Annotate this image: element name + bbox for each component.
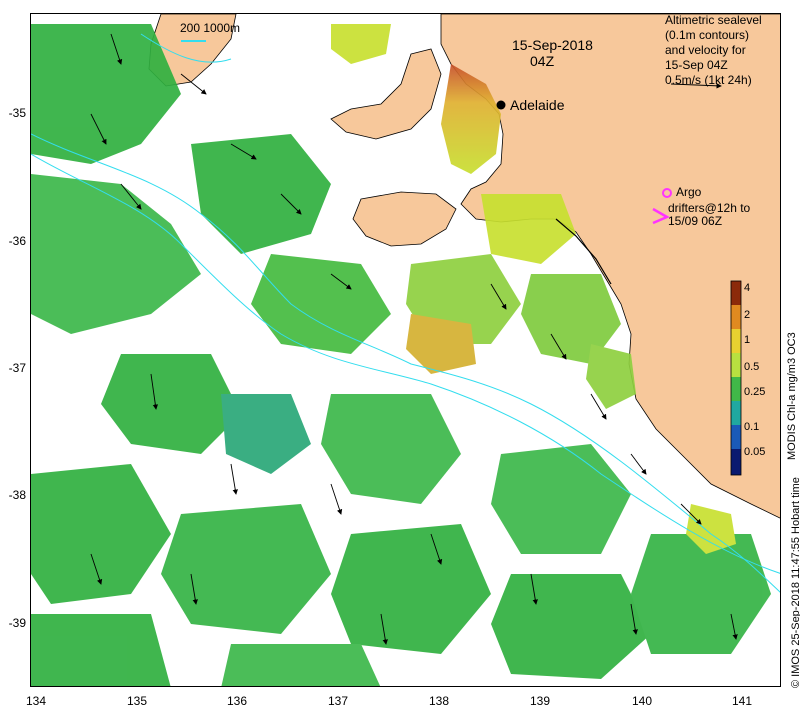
- yorke-south: [330, 48, 442, 140]
- colorbar-tick-0.5: 0.5: [744, 361, 760, 373]
- lat-tick-label: -38: [8, 488, 26, 502]
- legend-line: 0.5m/s (1kt 24h): [665, 73, 752, 87]
- lon-tick-label: 139: [529, 694, 551, 708]
- colorbar-tick-1: 1: [744, 334, 751, 346]
- colorbar-title: MODIS Chl-a mg/m3 OC3: [786, 332, 798, 460]
- colorbar-tick-0.1: 0.1: [744, 421, 760, 433]
- velocity-legend: Altimetric sealevel (0.1m contours) and …: [665, 13, 762, 88]
- argo-label: Argo: [676, 185, 702, 199]
- kangaroo-island: [352, 191, 457, 247]
- lat-tick-label: -39: [8, 616, 26, 630]
- map-canvas: [31, 14, 780, 686]
- city-label-adelaide[interactable]: Adelaide: [510, 97, 565, 113]
- legend-line: and velocity for: [665, 43, 746, 57]
- colorbar-tick-2: 2: [744, 309, 751, 321]
- lon-tick-label: 136: [226, 694, 248, 708]
- adelaide-marker[interactable]: [496, 100, 506, 110]
- legend-line: Altimetric sealevel: [665, 13, 762, 27]
- lon-tick-label: 140: [631, 694, 653, 708]
- map-time: 04Z: [530, 53, 555, 69]
- lon-tick-label: 135: [126, 694, 148, 708]
- colorbar: [730, 280, 742, 476]
- lat-tick-label: -37: [8, 361, 26, 375]
- colorbar-tick-4: 4: [744, 282, 751, 294]
- drifters-label-time: 15/09 06Z: [668, 214, 723, 228]
- scale-bar-label: 200 1000m: [180, 21, 241, 35]
- lat-tick-label: -36: [8, 234, 26, 248]
- legend-line: 15-Sep 04Z: [665, 58, 728, 72]
- lon-tick-label: 134: [25, 694, 47, 708]
- colorbar-tick-0.05: 0.05: [744, 446, 766, 458]
- legend-line: (0.1m contours): [665, 28, 750, 42]
- colorbar-tick-0.25: 0.25: [744, 386, 766, 398]
- lon-tick-label: 137: [327, 694, 349, 708]
- lat-tick-label: -35: [8, 106, 26, 120]
- map-panel[interactable]: 4 2 1 0.5 0.25 0.1 0.05: [30, 13, 781, 687]
- drifters-label: drifters@12h to: [668, 201, 751, 215]
- credit-text: © IMOS 25-Sep-2018 11:47:55 Hobart time: [790, 477, 800, 688]
- map-date: 15-Sep-2018: [512, 37, 593, 53]
- lon-tick-label: 138: [428, 694, 450, 708]
- lon-tick-label: 141: [731, 694, 753, 708]
